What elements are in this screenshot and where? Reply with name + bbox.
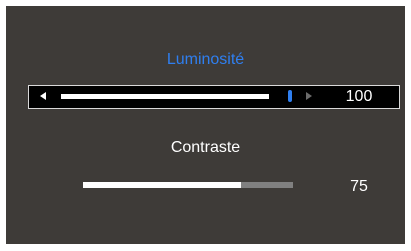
contrast-slider-track[interactable] <box>83 182 293 188</box>
brightness-value: 100 <box>345 88 373 105</box>
brightness-slider-handle[interactable] <box>288 90 292 102</box>
contrast-slider-fill <box>83 182 241 188</box>
arrow-right-icon[interactable] <box>306 92 312 100</box>
contrast-value: 75 <box>350 178 368 195</box>
arrow-left-icon[interactable] <box>40 92 46 100</box>
brightness-label: Luminosité <box>166 51 245 68</box>
contrast-label: Contraste <box>170 139 241 156</box>
brightness-slider-fill <box>61 94 269 99</box>
osd-panel: Luminosité 100 Contraste 75 <box>6 6 405 244</box>
brightness-slider-track[interactable] <box>61 94 269 99</box>
